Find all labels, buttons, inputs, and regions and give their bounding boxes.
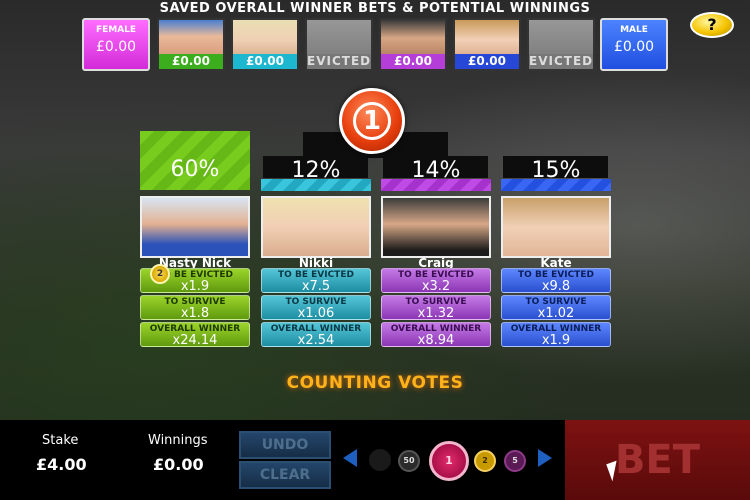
chip-slot-empty[interactable] xyxy=(369,449,391,471)
chip-scroll-left-icon[interactable] xyxy=(343,449,357,467)
odds-to-be-evicted-button[interactable]: TO BE EVICTED x9.8 xyxy=(501,268,611,293)
housemate-avatar xyxy=(529,20,593,56)
odds-overall-winner-button[interactable]: OVERALL WINNER x1.9 xyxy=(501,322,611,347)
housemate-avatar xyxy=(159,20,223,56)
chip-1-selected[interactable]: 1 xyxy=(429,441,469,481)
male-label: MALE xyxy=(620,25,648,35)
odds-value: x1.9 xyxy=(541,333,571,348)
odds-to-be-evicted-button[interactable]: TO BE EVICTED x7.5 xyxy=(261,268,371,293)
tile-amount: £0.00 xyxy=(233,54,297,69)
status-message: COUNTING VOTES xyxy=(286,373,464,393)
stake-label: Stake xyxy=(42,433,79,448)
male-bet-tile[interactable]: MALE £0.00 xyxy=(600,18,668,71)
contestant-card-nikki: 12% Nikki TO BE EVICTED x7.5 TO SURVIVE … xyxy=(261,158,371,353)
odds-value: x24.14 xyxy=(172,333,218,348)
odds-to-survive-button[interactable]: TO SURVIVE x1.32 xyxy=(381,295,491,320)
tile-amount: £0.00 xyxy=(455,54,519,69)
contestant-card-craig: 14% Craig TO BE EVICTED x3.2 TO SURVIVE … xyxy=(381,158,491,353)
contestant-photo xyxy=(501,196,611,258)
male-amount: £0.00 xyxy=(613,39,655,55)
contestant-card-kate: 15% Kate TO BE EVICTED x9.8 TO SURVIVE x… xyxy=(501,158,611,353)
tile-amount: £0.00 xyxy=(159,54,223,69)
housemate-tile-evicted-male[interactable]: EVICTED xyxy=(527,18,595,71)
contestant-photo xyxy=(381,196,491,258)
countdown-value: 1 xyxy=(353,102,391,140)
vote-percent-bar xyxy=(381,179,491,191)
contestant-card-nick: 60% Nasty Nick TO BE EVICTED x1.9 TO SUR… xyxy=(140,131,250,351)
odds-overall-winner-button[interactable]: OVERALL WINNER x2.54 xyxy=(261,322,371,347)
housemate-tile-nikki[interactable]: £0.00 xyxy=(231,18,299,71)
winnings-label: Winnings xyxy=(148,433,208,448)
housemate-tile-craig[interactable]: £0.00 xyxy=(379,18,447,71)
undo-button[interactable]: UNDO xyxy=(239,431,331,459)
housemate-tile-kate[interactable]: £0.00 xyxy=(453,18,521,71)
odds-value: x3.2 xyxy=(421,279,451,294)
odds-value: x1.32 xyxy=(417,306,455,321)
odds-overall-winner-button[interactable]: OVERALL WINNER x24.14 xyxy=(140,322,250,347)
stake-value: £4.00 xyxy=(36,455,87,474)
odds-value: x9.8 xyxy=(541,279,571,294)
odds-to-survive-button[interactable]: TO SURVIVE x1.8 xyxy=(140,295,250,320)
housemate-avatar xyxy=(307,20,371,56)
female-amount: £0.00 xyxy=(95,39,137,55)
odds-value: x7.5 xyxy=(301,279,331,294)
chip-5[interactable]: 5 xyxy=(504,450,526,472)
tile-evicted-label: EVICTED xyxy=(529,54,594,69)
winnings-value: £0.00 xyxy=(153,455,204,474)
housemate-tile-evicted-female[interactable]: EVICTED xyxy=(305,18,373,71)
vote-percent: 60% xyxy=(170,157,220,182)
chip-50[interactable]: 50 xyxy=(398,450,420,472)
vote-percent-bar xyxy=(261,179,371,191)
saved-bets-title: SAVED OVERALL WINNER BETS & POTENTIAL WI… xyxy=(159,1,591,16)
odds-value: x1.06 xyxy=(297,306,335,321)
odds-to-be-evicted-button[interactable]: TO BE EVICTED x3.2 xyxy=(381,268,491,293)
tile-amount: £0.00 xyxy=(381,54,445,69)
odds-to-survive-button[interactable]: TO SURVIVE x1.02 xyxy=(501,295,611,320)
housemate-tile-nick[interactable]: £0.00 xyxy=(157,18,225,71)
vote-percent-bar xyxy=(501,179,611,191)
female-bet-tile[interactable]: FEMALE £0.00 xyxy=(82,18,150,71)
contestant-photo xyxy=(261,196,371,258)
odds-value: x1.02 xyxy=(537,306,575,321)
odds-overall-winner-button[interactable]: OVERALL WINNER x8.94 xyxy=(381,322,491,347)
odds-to-survive-button[interactable]: TO SURVIVE x1.06 xyxy=(261,295,371,320)
odds-value: x1.8 xyxy=(180,306,210,321)
female-label: FEMALE xyxy=(95,25,137,35)
odds-value: x2.54 xyxy=(297,333,335,348)
chip-scroll-right-icon[interactable] xyxy=(538,449,552,467)
vote-countdown-timer: 1 xyxy=(339,88,405,154)
tile-evicted-label: EVICTED xyxy=(307,54,372,69)
odds-value: x8.94 xyxy=(417,333,455,348)
housemate-avatar xyxy=(233,20,297,56)
housemate-avatar xyxy=(455,20,519,56)
contestant-photo xyxy=(140,196,250,258)
chip-2[interactable]: 2 xyxy=(474,450,496,472)
placed-bet-chip: 2 xyxy=(150,264,170,284)
housemate-avatar xyxy=(381,20,445,56)
help-button[interactable]: ? xyxy=(690,12,734,38)
bet-button[interactable]: BET xyxy=(565,420,750,500)
clear-button[interactable]: CLEAR xyxy=(239,461,331,489)
